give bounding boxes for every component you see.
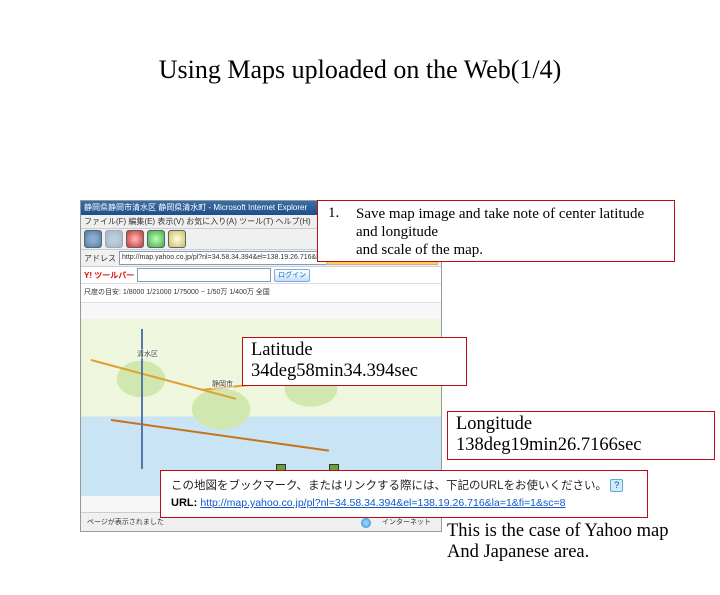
internet-icon bbox=[361, 518, 371, 528]
callout-instruction: 1. Save map image and take note of cente… bbox=[317, 200, 675, 262]
instruction-text: Save map image and take note of center l… bbox=[356, 205, 664, 259]
callout-url: この地図をブックマーク、またはリンクする際には、下記のURLをお使いください。 … bbox=[160, 470, 648, 518]
home-icon bbox=[168, 230, 186, 248]
login-button: ログイン bbox=[274, 269, 310, 282]
yahoo-toolbar: Y! ツールバー ログイン bbox=[81, 267, 441, 284]
stop-icon bbox=[126, 230, 144, 248]
latitude-value: 34deg58min34.394sec bbox=[251, 361, 458, 382]
address-label: アドレス bbox=[84, 253, 116, 264]
map-label: 静岡市 bbox=[211, 379, 234, 389]
url-instruction-jp: この地図をブックマーク、またはリンクする際には、下記のURLをお使いください。 bbox=[171, 480, 607, 492]
callout-longitude: Longitude 138deg19min26.7166sec bbox=[447, 411, 715, 460]
back-icon bbox=[84, 230, 102, 248]
yahoo-search-input bbox=[137, 268, 271, 282]
url-label: URL: bbox=[171, 497, 197, 509]
map-scale-controls: 尺度の目安: 1/8000 1/21000 1/75000 ~ 1/50万 1/… bbox=[81, 284, 441, 303]
status-text: ページが表示されました bbox=[87, 517, 164, 527]
help-icon: ? bbox=[610, 479, 623, 492]
slide-title: Using Maps uploaded on the Web(1/4) bbox=[0, 55, 720, 85]
instruction-number: 1. bbox=[328, 205, 339, 222]
yahoo-logo: Y! ツールバー bbox=[84, 270, 134, 281]
status-zone: インターネット bbox=[382, 517, 431, 527]
map-url-link[interactable]: http://map.yahoo.co.jp/pl?nl=34.58.34.39… bbox=[200, 497, 565, 509]
forward-icon bbox=[105, 230, 123, 248]
longitude-label: Longitude bbox=[456, 414, 706, 435]
footer-line-2: And Japanese area. bbox=[447, 542, 668, 563]
latitude-label: Latitude bbox=[251, 340, 458, 361]
refresh-icon bbox=[147, 230, 165, 248]
map-label: 清水区 bbox=[136, 349, 159, 359]
footer-line-1: This is the case of Yahoo map bbox=[447, 521, 668, 542]
callout-latitude: Latitude 34deg58min34.394sec bbox=[242, 337, 467, 386]
longitude-value: 138deg19min26.7166sec bbox=[456, 435, 706, 456]
footer-note: This is the case of Yahoo map And Japane… bbox=[447, 521, 668, 564]
